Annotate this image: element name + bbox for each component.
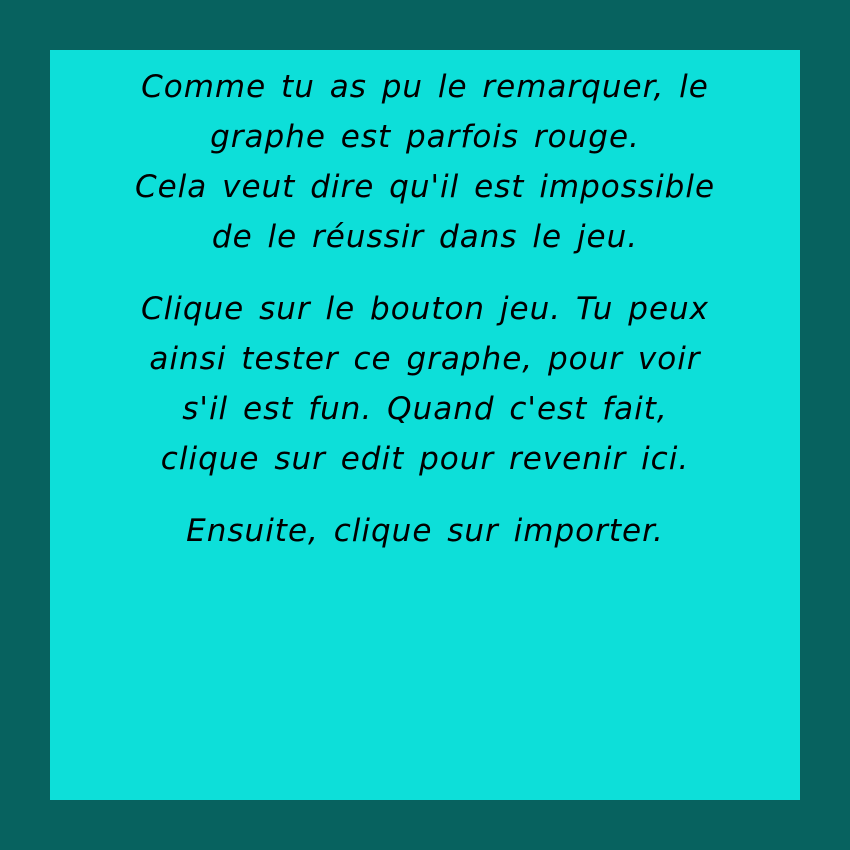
tutorial-text-line: clique sur edit pour revenir ici. — [160, 441, 690, 477]
tutorial-text-line: graphe est parfois rouge. — [210, 119, 640, 155]
tutorial-paragraph-import: Ensuite, clique sur importer. — [60, 506, 790, 556]
tutorial-paragraph-red-graph: Comme tu as pu le remarquer, le graphe e… — [60, 62, 790, 262]
tutorial-text-line: Ensuite, clique sur importer. — [186, 513, 664, 549]
tutorial-text-line: ainsi tester ce graphe, pour voir — [149, 341, 701, 377]
tutorial-text-line: Comme tu as pu le remarquer, le — [141, 69, 709, 105]
tutorial-text-line: de le réussir dans le jeu. — [211, 219, 639, 255]
tutorial-paragraph-test-graph: Clique sur le bouton jeu. Tu peux ainsi … — [60, 284, 790, 484]
tutorial-dialog-panel: Comme tu as pu le remarquer, le graphe e… — [50, 50, 800, 800]
tutorial-text-line: s'il est fun. Quand c'est fait, — [182, 391, 668, 427]
tutorial-text-line: Clique sur le bouton jeu. Tu peux — [140, 291, 710, 327]
tutorial-text-line: Cela veut dire qu'il est impossible — [134, 169, 716, 205]
